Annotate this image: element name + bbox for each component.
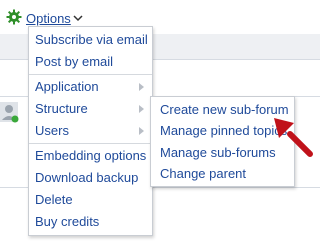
gear-icon <box>6 9 22 25</box>
menu-item-post-by-email[interactable]: Post by email <box>29 51 152 73</box>
menu-item-users[interactable]: Users <box>29 120 152 142</box>
menu-item-buy-credits[interactable]: Buy credits <box>29 211 152 233</box>
chevron-down-icon <box>73 15 83 22</box>
annotation-arrow-icon <box>274 118 313 157</box>
chevron-right-icon <box>139 83 144 91</box>
chevron-right-icon <box>139 127 144 135</box>
menu-item-application[interactable]: Application <box>29 76 152 98</box>
menu-item-embedding-options[interactable]: Embedding options <box>29 145 152 167</box>
menu-item-download-backup[interactable]: Download backup <box>29 167 152 189</box>
options-dropdown-menu: Subscribe via email Post by email Applic… <box>28 26 153 236</box>
menu-item-subscribe-via-email[interactable]: Subscribe via email <box>29 29 152 51</box>
menu-separator <box>29 143 152 144</box>
chevron-right-icon <box>139 105 144 113</box>
menu-item-label: Application <box>35 79 99 94</box>
menu-separator <box>29 74 152 75</box>
options-label[interactable]: Options <box>26 11 71 26</box>
avatar-icon <box>0 102 19 123</box>
menu-item-delete[interactable]: Delete <box>29 189 152 211</box>
menu-item-structure[interactable]: Structure <box>29 98 152 120</box>
menu-item-label: Users <box>35 123 69 138</box>
menu-item-label: Structure <box>35 101 88 116</box>
submenu-item-change-parent[interactable]: Change parent <box>151 163 294 184</box>
